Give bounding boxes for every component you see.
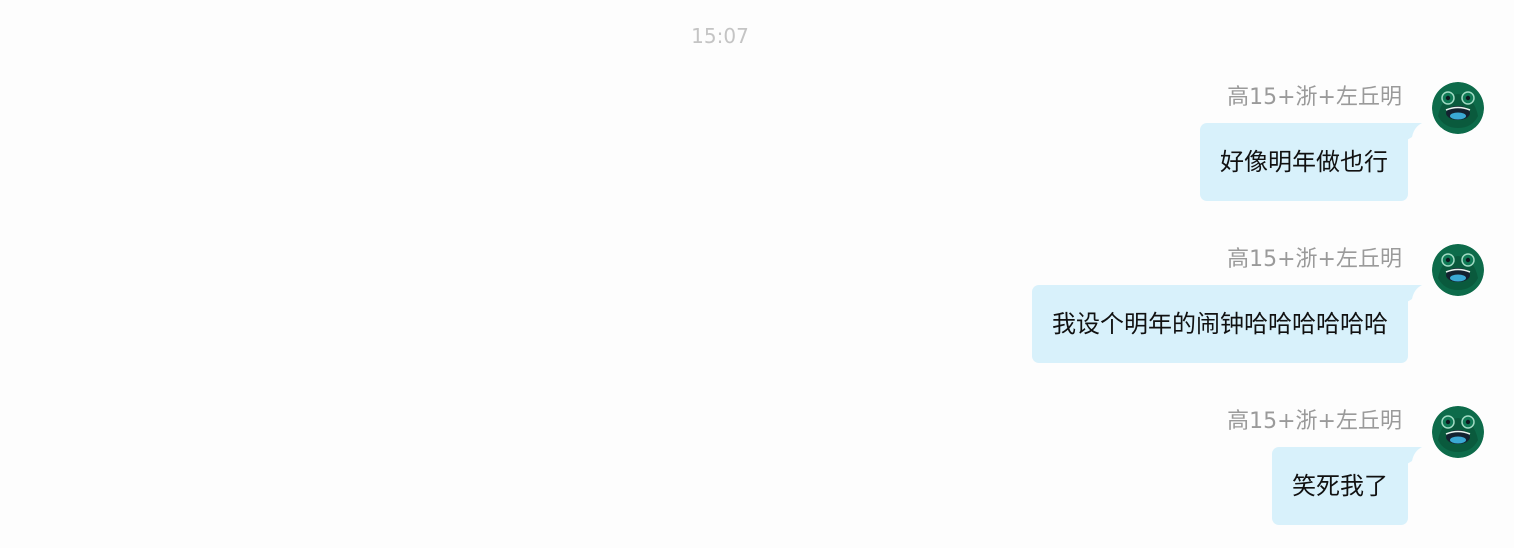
message-timestamp: 15:07 (691, 24, 749, 48)
sender-name[interactable]: 高15+浙+左丘明 (1227, 82, 1402, 114)
frog-avatar-icon (1432, 82, 1484, 134)
message-bubble[interactable]: 笑死我了 (1272, 447, 1408, 525)
chat-message: 高15+浙+左丘明 好像明年做也行 (0, 82, 1514, 212)
sender-name[interactable]: 高15+浙+左丘明 (1227, 244, 1402, 276)
frog-avatar-icon (1432, 244, 1484, 296)
sender-avatar[interactable] (1432, 82, 1484, 134)
sender-avatar[interactable] (1432, 406, 1484, 458)
chat-message: 高15+浙+左丘明 笑死我了 (0, 406, 1514, 536)
message-bubble[interactable]: 我设个明年的闹钟哈哈哈哈哈哈 (1032, 285, 1408, 363)
message-bubble[interactable]: 好像明年做也行 (1200, 123, 1408, 201)
sender-avatar[interactable] (1432, 244, 1484, 296)
frog-avatar-icon (1432, 406, 1484, 458)
sender-name[interactable]: 高15+浙+左丘明 (1227, 406, 1402, 438)
chat-message: 高15+浙+左丘明 我设个明年的闹钟哈哈哈哈哈哈 (0, 244, 1514, 374)
